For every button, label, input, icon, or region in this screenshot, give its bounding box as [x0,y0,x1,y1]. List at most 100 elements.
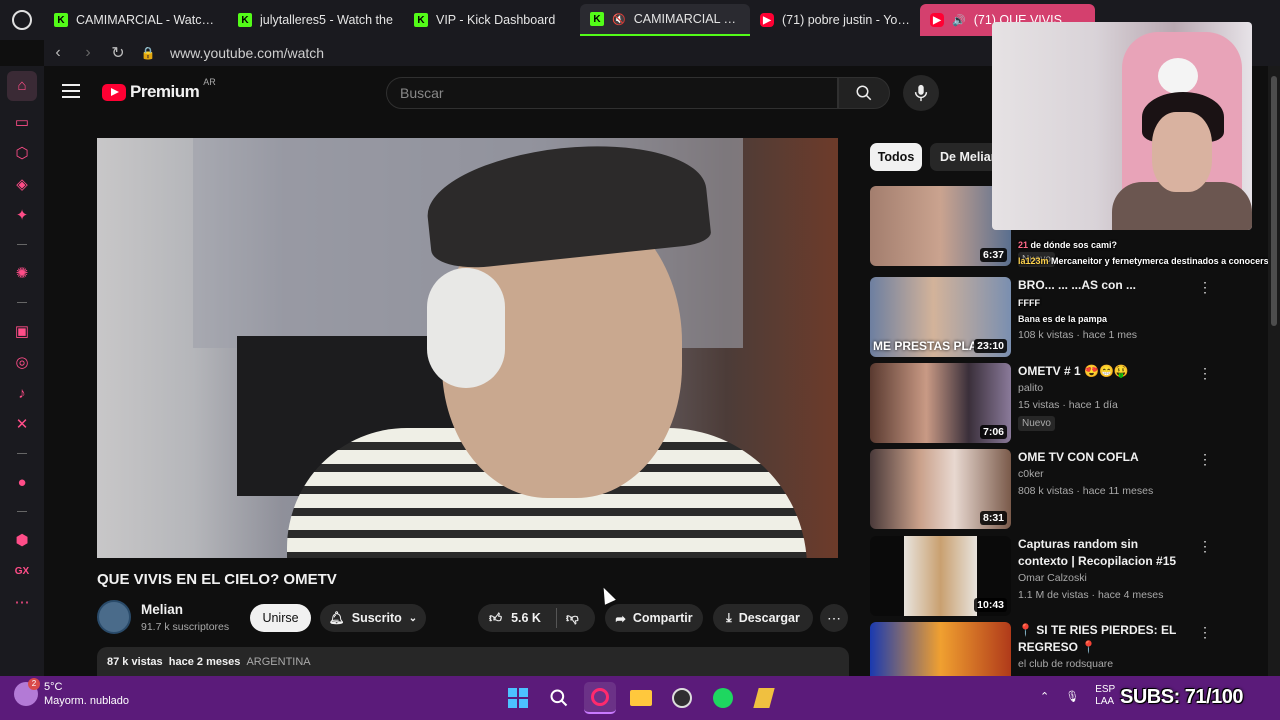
browser-tab[interactable]: K CAMIMARCIAL - Watch th [44,4,228,36]
download-icon: ⤓ [726,610,732,625]
file-explorer-icon[interactable] [625,682,657,714]
more-vert-icon[interactable]: ⋮ [1198,624,1212,641]
menu-icon[interactable] [62,84,80,98]
chat-message: Bana es de la pampa [1018,314,1107,324]
x-icon[interactable]: ✕ [7,409,37,439]
dislike-icon[interactable]: 👎︎ [566,611,579,626]
video-thumbnail[interactable]: 6:37 [870,186,1011,266]
more-vert-icon[interactable]: ⋮ [1198,451,1212,468]
channel-name[interactable]: c0ker [1018,468,1044,480]
duration-badge: 7:06 [979,425,1007,439]
more-vert-icon[interactable]: ⋮ [1198,538,1212,555]
recommendation-item[interactable]: 7:06 OMETV # 1 😍😁🤑 palito 15 vistas · ha… [870,363,1270,445]
obs-icon[interactable] [666,682,698,714]
windows-start-icon[interactable] [502,682,534,714]
browser-tab[interactable]: ▶ (71) pobre justin - YouTu [750,4,920,36]
browser-tab-active[interactable]: K 🔇 CAMIMARCIAL Strea [580,4,750,36]
hashtag[interactable]: ARGENTINA [246,656,310,668]
language-layout: LAA [1095,696,1115,707]
duration-badge: 8:31 [979,511,1007,525]
channel-avatar[interactable] [97,600,131,634]
recommendation-item[interactable]: 📍 SI TE RIES PIERDES: EL REGRESO 📍 el cl… [870,622,1270,676]
more-vert-icon[interactable]: ⋮ [1198,365,1212,382]
share-label: Compartir [632,611,693,625]
home-icon[interactable]: ⌂ [7,70,37,101]
opera-sidebar: ⌂ ▭ ⬡ ◈ ✦ ✺ ▣ ◎ ♪ ✕ ● ⬢ GX ⋯ [0,66,44,676]
youtube-logo[interactable]: Premium AR [102,77,216,102]
chip-all[interactable]: Todos [870,143,922,171]
video-thumbnail[interactable]: 8:31 [870,449,1011,529]
webcam-overlay [992,22,1252,230]
instagram-icon[interactable]: ◎ [7,347,37,377]
browser-tab[interactable]: K VIP - Kick Dashboard [404,4,580,36]
opera-logo-icon[interactable] [0,0,44,40]
back-icon[interactable]: ‹ [50,44,66,62]
video-thumbnail[interactable]: 7:06 [870,363,1011,443]
video-thumbnail[interactable] [870,622,1011,676]
like-icon[interactable]: 👍︎ [489,611,502,626]
channel-name[interactable]: Omar Calzoski [1018,572,1087,584]
like-count[interactable]: 5.6 K [511,611,541,625]
search-input[interactable]: Buscar [386,77,838,109]
search-icon[interactable] [543,682,575,714]
scrollbar-thumb[interactable] [1271,76,1277,326]
chevron-up-icon[interactable]: ⌃ [1040,690,1049,703]
screen: K CAMIMARCIAL - Watch th K julytalleres5… [0,0,1280,720]
url-field[interactable]: www.youtube.com/watch [170,45,324,61]
language-code: ESP [1095,684,1116,695]
tiktok-icon[interactable]: ♪ [7,378,37,408]
more-icon[interactable]: ⋯ [7,587,37,617]
tab-label: VIP - Kick Dashboard [436,13,556,27]
join-button[interactable]: Unirse [250,604,311,632]
download-button[interactable]: ⤓ Descargar [713,604,813,632]
vpn-icon[interactable]: ✦ [7,200,37,230]
chat-text: Mercaneitor y fernetymerca destinados a … [1051,256,1274,266]
duration-badge: 23:10 [974,339,1007,353]
settings-icon[interactable]: ⬢ [7,525,37,555]
description-box[interactable]: 87 k vistas hace 2 meses ARGENTINA [97,647,849,677]
recommendation-item[interactable]: 10:43 Capturas random sin contexto | Rec… [870,536,1270,618]
chevron-down-icon: ⌄ [408,612,418,624]
recommendation-item[interactable]: 8:31 OME TV CON COFLA c0ker 808 k vistas… [870,449,1270,531]
gx-icon[interactable]: GX [7,556,37,586]
page-scrollbar[interactable] [1268,66,1280,676]
opera-gx-icon[interactable] [584,682,616,714]
chip-from-channel[interactable]: De Melian [930,143,1000,171]
weather-widget[interactable]: 2 5°C Mayorm. nublado [14,678,129,708]
chatgpt-icon[interactable]: ✺ [7,258,37,288]
app-icon[interactable] [748,682,780,714]
language-indicator[interactable]: ESP LAA [1095,684,1115,708]
video-player[interactable] [97,138,838,558]
twitch-icon[interactable]: ▣ [7,316,37,346]
more-vert-icon[interactable]: ⋮ [1198,279,1212,296]
voice-search-button[interactable] [903,75,939,111]
extension-icon[interactable]: ◈ [7,169,37,199]
muted-speaker-icon[interactable]: 🔇 [612,13,626,26]
share-button[interactable]: ➦ Compartir [605,604,703,632]
video-title: QUE VIVIS EN EL CIELO? OMETV [97,571,337,588]
video-thumbnail[interactable]: ME PRESTAS PLATA 23:10 [870,277,1011,357]
divider [555,608,557,628]
video-meta: 808 k vistas · hace 11 meses [1018,485,1154,497]
video-title: Capturas random sin contexto | Recopilac… [1018,537,1177,568]
system-tray: ⌃ 🎙︎ ESP LAA [1040,684,1115,708]
channel-name[interactable]: Melian [141,602,183,617]
kick-icon: K [414,13,428,27]
forward-icon[interactable]: › [80,44,96,62]
messenger-icon[interactable]: ▭ [7,107,37,137]
browser-tab[interactable]: K julytalleres5 - Watch the [228,4,404,36]
channel-name[interactable]: palito [1018,382,1043,394]
more-actions-button[interactable]: ⋯ [820,604,848,632]
video-thumbnail[interactable]: 10:43 [870,536,1011,616]
chat-username: Bana [1018,314,1041,324]
spotify-icon[interactable] [707,682,739,714]
player-icon[interactable]: ● [7,467,37,497]
channel-name[interactable]: el club de rodsquare [1018,658,1113,670]
youtube-icon: ▶ [930,13,944,27]
reload-icon[interactable]: ↻ [110,43,126,63]
microphone-icon[interactable]: 🎙︎ [1065,690,1079,703]
search-button[interactable] [838,77,890,109]
subscribed-button[interactable]: 🔔︎ Suscrito ⌄ [320,604,426,632]
speaker-icon[interactable]: 🔊 [952,14,966,27]
aria-icon[interactable]: ⬡ [7,138,37,168]
